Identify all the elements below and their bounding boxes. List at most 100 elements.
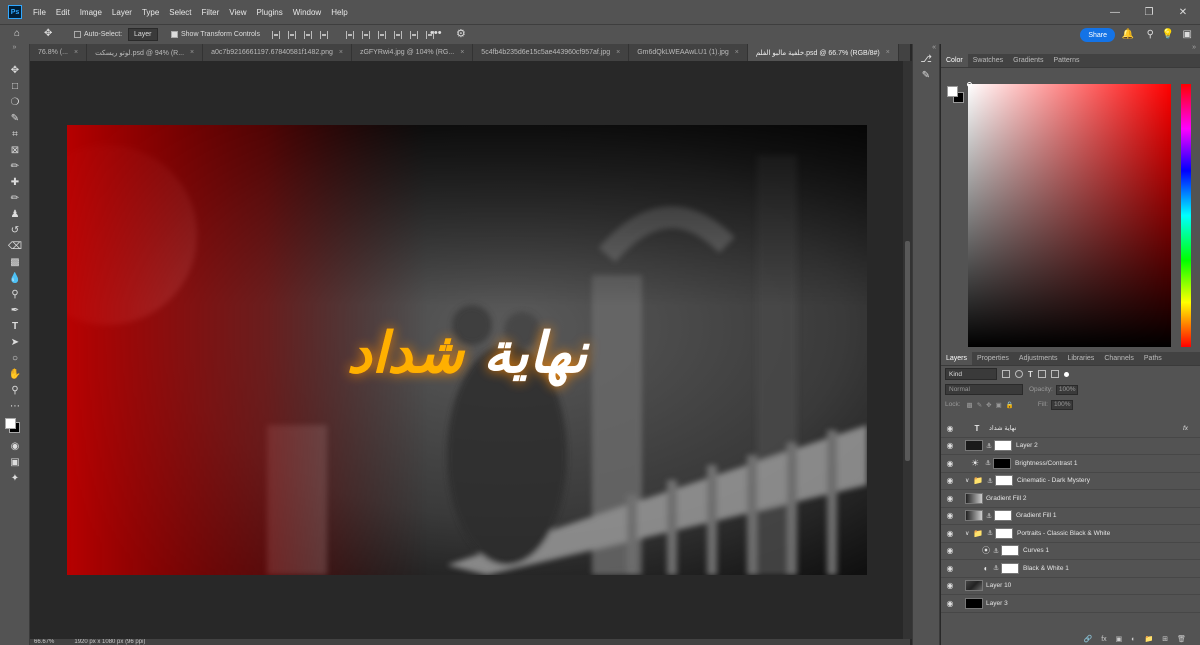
workspace-icon[interactable]: ▣: [1183, 29, 1192, 40]
document-tab-7[interactable]: خلفية مالبو الفلم.psd @ 66.7% (RGB/8#) ×: [747, 44, 899, 61]
panel-tab-libraries[interactable]: Libraries: [1062, 352, 1099, 365]
close-tab-icon[interactable]: ×: [886, 49, 890, 56]
adjustment-filter-icon[interactable]: [1015, 370, 1023, 378]
clone-stamp-icon[interactable]: ♟: [0, 206, 30, 222]
brush-icon[interactable]: ✏: [0, 190, 30, 206]
document-tab-1[interactable]: 76.8% (... ×: [30, 44, 88, 61]
marquee-icon[interactable]: □: [0, 78, 30, 94]
auto-select-checkbox[interactable]: [74, 31, 81, 38]
frame-icon[interactable]: ⊠: [0, 142, 30, 158]
distribute-right-icon[interactable]: [410, 31, 418, 39]
layer-row[interactable]: ◉ Layer 10: [941, 578, 1200, 595]
lock-icons[interactable]: ▩✎✥▣🔒: [967, 401, 1018, 409]
document-canvas[interactable]: نهاية شداد نهاية شداد: [67, 125, 867, 575]
share-button[interactable]: Share: [1080, 28, 1115, 42]
layer-row[interactable]: ◉ ∨ 📁 ⚓ Cinematic - Dark Mystery: [941, 473, 1200, 490]
dodge-icon[interactable]: ⚲: [0, 286, 30, 302]
panel-tab-patterns[interactable]: Patterns: [1048, 54, 1084, 67]
shape-filter-icon[interactable]: [1037, 370, 1046, 378]
layer-effects-icon[interactable]: fx: [1183, 425, 1188, 432]
more-tools-icon[interactable]: ⋯: [0, 398, 30, 414]
type-filter-icon[interactable]: T: [1028, 370, 1033, 379]
menu-select[interactable]: Select: [164, 8, 196, 17]
fill-input[interactable]: 100%: [1050, 399, 1073, 410]
strip-collapse-icon[interactable]: «: [913, 44, 939, 51]
panel-tab-color[interactable]: Color: [941, 54, 968, 67]
kind-filter-dropdown[interactable]: Kind: [945, 368, 997, 380]
add-style-icon[interactable]: fx: [1101, 636, 1106, 643]
close-tab-icon[interactable]: ×: [460, 49, 464, 56]
discover-lightbulb-icon[interactable]: 💡: [1162, 29, 1174, 40]
eyedropper-icon[interactable]: ✏: [0, 158, 30, 174]
layer-row[interactable]: ◉ Layer 3: [941, 595, 1200, 613]
home-icon[interactable]: ⌂: [14, 28, 20, 39]
visibility-eye-icon[interactable]: ◉: [945, 459, 955, 468]
menu-layer[interactable]: Layer: [107, 8, 137, 17]
layer-row[interactable]: ◉ ⚓ Layer 2: [941, 438, 1200, 455]
panel-tab-swatches[interactable]: Swatches: [968, 54, 1008, 67]
scrollbar-thumb[interactable]: [905, 241, 910, 461]
shape-icon[interactable]: ○: [0, 350, 30, 366]
layer-row[interactable]: ◉ Gradient Fill 2: [941, 490, 1200, 508]
restore-icon[interactable]: ❐: [1132, 0, 1166, 24]
new-adjustment-icon[interactable]: ◐: [1131, 636, 1135, 643]
align-center-icon[interactable]: [288, 31, 296, 39]
document-tab-4[interactable]: zGFYRwi4.jpg @ 104% (RG... ×: [352, 44, 474, 61]
link-layers-icon[interactable]: 🔗: [1083, 635, 1092, 643]
filter-toggle-icon[interactable]: [1063, 371, 1069, 377]
color-foreground-swatch[interactable]: [947, 86, 958, 97]
blend-mode-dropdown[interactable]: Normal: [945, 384, 1023, 395]
quick-mask-icon[interactable]: ◉: [0, 438, 30, 454]
panel-tab-channels[interactable]: Channels: [1099, 352, 1139, 365]
close-tab-icon[interactable]: ×: [735, 49, 739, 56]
move-tool-icon[interactable]: ✥: [44, 28, 52, 39]
delete-layer-icon[interactable]: 🗑: [1177, 635, 1186, 643]
panel-tab-properties[interactable]: Properties: [972, 352, 1014, 365]
panel-tab-gradients[interactable]: Gradients: [1008, 54, 1048, 67]
panel-tab-layers[interactable]: Layers: [941, 352, 973, 365]
menu-edit[interactable]: Edit: [51, 8, 75, 17]
layer-row[interactable]: ◉ ⦿ ⚓ Curves 1: [941, 543, 1200, 560]
foreground-color-swatch[interactable]: [5, 418, 16, 429]
hand-icon[interactable]: ✋: [0, 366, 30, 382]
menu-type[interactable]: Type: [137, 8, 164, 17]
close-tab-icon[interactable]: ×: [616, 49, 620, 56]
align-top-icon[interactable]: [320, 31, 328, 39]
gradient-icon[interactable]: ▩: [0, 254, 30, 270]
document-tab-3[interactable]: a0c7b9216661197.67840581f1482.png ×: [203, 44, 352, 61]
menu-help[interactable]: Help: [326, 8, 352, 17]
canvas-vertical-scrollbar[interactable]: [903, 61, 912, 639]
new-layer-icon[interactable]: ⊞: [1162, 635, 1168, 643]
visibility-eye-icon[interactable]: ◉: [945, 441, 955, 450]
eraser-icon[interactable]: ⌫: [0, 238, 30, 254]
type-icon[interactable]: T: [0, 318, 30, 334]
add-mask-icon[interactable]: ▣: [1116, 635, 1123, 643]
history-panel-icon[interactable]: ⎇: [913, 51, 939, 67]
visibility-eye-icon[interactable]: ◉: [945, 529, 955, 538]
menu-file[interactable]: File: [28, 8, 51, 17]
visibility-eye-icon[interactable]: ◉: [945, 581, 955, 590]
visibility-eye-icon[interactable]: ◉: [945, 564, 955, 573]
panel-collapse-icon[interactable]: »: [941, 44, 1200, 54]
comments-panel-icon[interactable]: ✎: [913, 67, 939, 83]
zoom-level[interactable]: 66.67%: [34, 639, 54, 645]
pen-icon[interactable]: ✒: [0, 302, 30, 318]
move-icon[interactable]: ✥: [0, 62, 30, 78]
document-tab-2[interactable]: لوتو ريسكت.psd @ 94% (R... ×: [87, 44, 204, 61]
hue-slider[interactable]: [1181, 84, 1191, 347]
menu-image[interactable]: Image: [75, 8, 107, 17]
healing-brush-icon[interactable]: ✚: [0, 174, 30, 190]
layer-row[interactable]: ◉ T نهاية شداد fx: [941, 420, 1200, 438]
distribute-center-icon[interactable]: [394, 31, 402, 39]
align-right-icon[interactable]: [304, 31, 312, 39]
close-icon[interactable]: ✕: [1166, 0, 1200, 24]
panel-tab-paths[interactable]: Paths: [1139, 352, 1167, 365]
color-field-picker[interactable]: [968, 84, 1171, 347]
menu-window[interactable]: Window: [288, 8, 326, 17]
visibility-eye-icon[interactable]: ◉: [945, 476, 955, 485]
layer-row[interactable]: ◉ ⚓ Gradient Fill 1: [941, 508, 1200, 525]
generative-icon[interactable]: ✦: [0, 470, 30, 486]
align-middle-icon[interactable]: [346, 31, 354, 39]
align-bottom-icon[interactable]: [362, 31, 370, 39]
visibility-eye-icon[interactable]: ◉: [945, 494, 955, 503]
